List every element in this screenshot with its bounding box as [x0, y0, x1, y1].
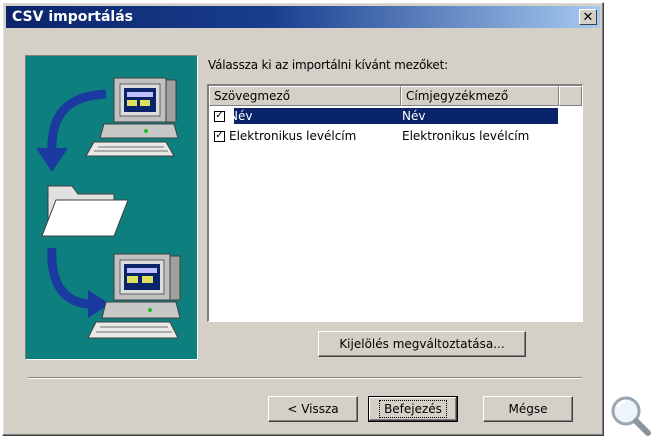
dialog-title: CSV importálás: [12, 9, 133, 25]
checkbox-checked[interactable]: ✓: [214, 110, 225, 122]
back-button[interactable]: < Vissza: [268, 396, 358, 422]
finish-button[interactable]: Befejezés: [368, 396, 458, 422]
separator: [28, 377, 582, 379]
list-item-field: Elektronikus levélcím: [229, 129, 357, 143]
wizard-illustration: [25, 55, 198, 360]
field-list[interactable]: Szövegmező Címjegyzékmező ✓ Név Név ✓ El…: [207, 84, 583, 322]
column-header-address-field[interactable]: Címjegyzékmező: [401, 86, 559, 106]
magnifier-icon[interactable]: [608, 393, 652, 437]
close-icon: ✕: [582, 9, 594, 25]
list-item-field: Név: [229, 109, 253, 123]
bottom-computer-icon: [87, 253, 181, 339]
top-computer-icon: [85, 77, 179, 157]
toggle-selection-button[interactable]: Kijelölés megváltoztatása...: [318, 331, 526, 357]
folder-icon: [41, 185, 129, 237]
column-header-text-field[interactable]: Szövegmező: [209, 86, 401, 106]
list-header: Szövegmező Címjegyzékmező: [209, 86, 582, 106]
list-item-mapped: Elektronikus levélcím: [402, 129, 530, 143]
list-item[interactable]: ✓ Név Név: [209, 106, 582, 126]
instruction-label: Válassza ki az importálni kívánt mezőket…: [208, 58, 448, 72]
title-bar: CSV importálás ✕: [6, 6, 600, 28]
close-button[interactable]: ✕: [579, 9, 597, 25]
cancel-button[interactable]: Mégse: [483, 396, 573, 422]
list-item[interactable]: ✓ Elektronikus levélcím Elektronikus lev…: [209, 126, 582, 146]
column-header-empty: [559, 86, 582, 106]
computer-folder-transfer-illustration: [36, 77, 181, 339]
checkbox-checked[interactable]: ✓: [214, 130, 225, 142]
list-item-mapped: Név: [402, 109, 426, 123]
